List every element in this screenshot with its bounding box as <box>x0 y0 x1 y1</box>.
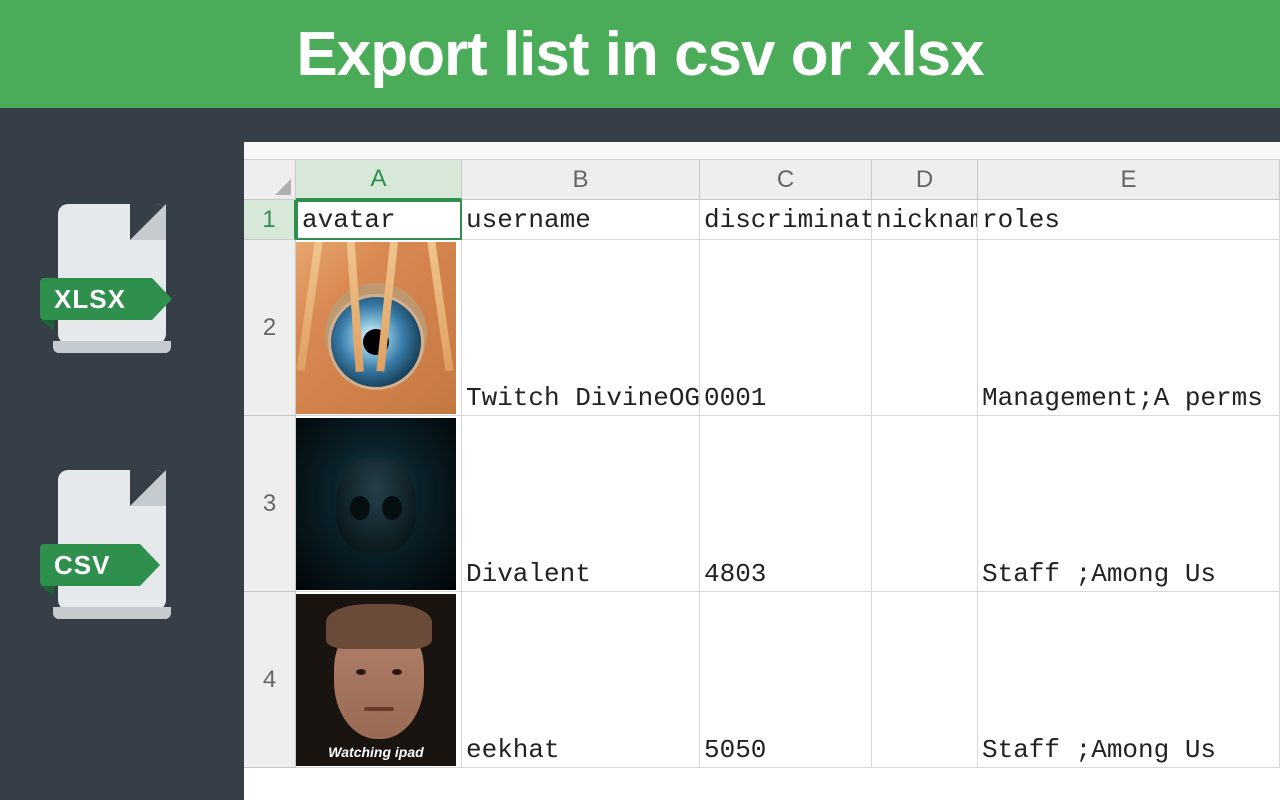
row-header-1[interactable]: 1 <box>244 200 296 240</box>
cell-B2[interactable]: Twitch DivineOG <box>462 240 700 416</box>
header-banner: Export list in csv or xlsx <box>0 0 1280 108</box>
csv-badge-label: CSV <box>54 550 110 581</box>
cell-E3[interactable]: Staff ;Among Us <box>978 416 1280 592</box>
spreadsheet[interactable]: A B C D E 1 avatar username discriminato… <box>244 142 1280 800</box>
cell-E4[interactable]: Staff ;Among Us <box>978 592 1280 768</box>
cell-D1[interactable]: nicknam <box>872 200 978 240</box>
avatar-image <box>296 418 456 590</box>
toolbar-remnant <box>244 142 1280 160</box>
column-header-D[interactable]: D <box>872 160 978 200</box>
xlsx-file-icon[interactable]: XLSX <box>40 196 185 371</box>
avatar-caption: Watching ipad <box>296 744 456 760</box>
cell-A2-avatar[interactable] <box>296 240 462 416</box>
cell-D3[interactable] <box>872 416 978 592</box>
select-all-corner[interactable] <box>244 160 296 200</box>
column-header-E[interactable]: E <box>978 160 1280 200</box>
cell-A4-avatar[interactable]: Watching ipad <box>296 592 462 768</box>
column-header-B[interactable]: B <box>462 160 700 200</box>
cell-A1[interactable]: avatar <box>296 200 462 240</box>
cell-E2[interactable]: Management;A perms <box>978 240 1280 416</box>
row-header-2[interactable]: 2 <box>244 240 296 416</box>
avatar-image: Watching ipad <box>296 594 456 766</box>
csv-file-icon[interactable]: CSV <box>40 462 185 637</box>
row-header-3[interactable]: 3 <box>244 416 296 592</box>
cell-D4[interactable] <box>872 592 978 768</box>
cell-E1[interactable]: roles <box>978 200 1280 240</box>
cell-B1[interactable]: username <box>462 200 700 240</box>
column-header-C[interactable]: C <box>700 160 872 200</box>
cell-C2[interactable]: 0001 <box>700 240 872 416</box>
avatar-image <box>296 242 456 414</box>
header-title: Export list in csv or xlsx <box>296 19 983 90</box>
cell-C4[interactable]: 5050 <box>700 592 872 768</box>
cell-C1[interactable]: discriminator <box>700 200 872 240</box>
cell-B4[interactable]: eekhat <box>462 592 700 768</box>
cell-C3[interactable]: 4803 <box>700 416 872 592</box>
cell-D2[interactable] <box>872 240 978 416</box>
column-header-A[interactable]: A <box>296 160 462 200</box>
xlsx-badge-label: XLSX <box>54 284 126 315</box>
row-header-4[interactable]: 4 <box>244 592 296 768</box>
cell-B3[interactable]: Divalent <box>462 416 700 592</box>
cell-A3-avatar[interactable] <box>296 416 462 592</box>
